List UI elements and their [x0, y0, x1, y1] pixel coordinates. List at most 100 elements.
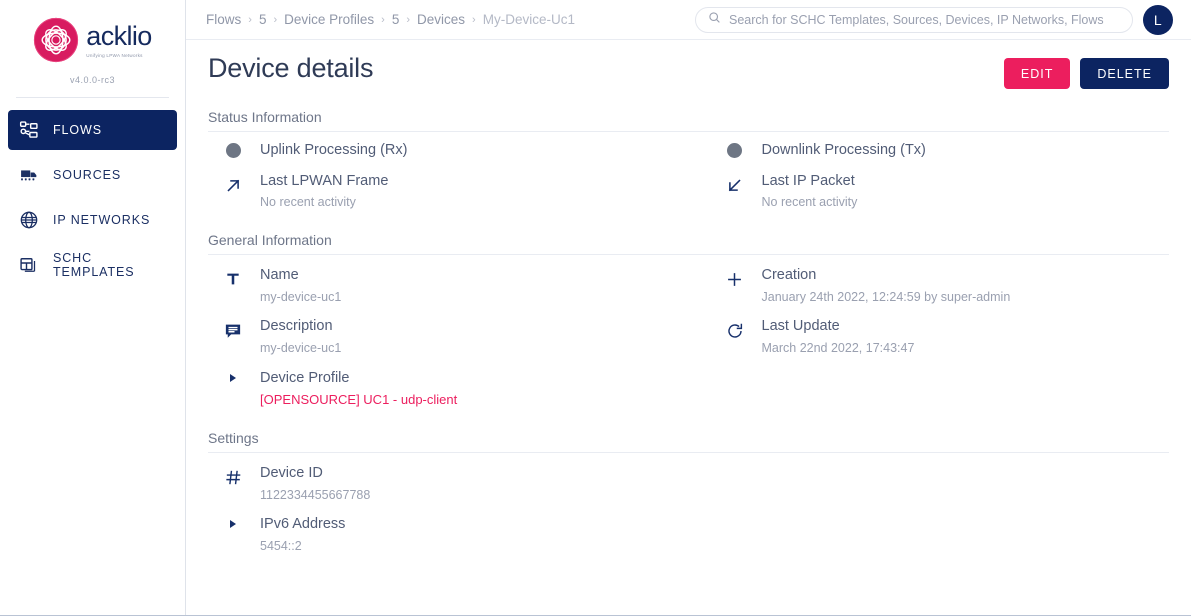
- plus-icon: [724, 266, 746, 288]
- status-section-grid: Uplink Processing (Rx) Last LPWAN Frame …: [208, 132, 1169, 212]
- general-value: January 24th 2022, 12:24:59 by super-adm…: [761, 289, 1011, 304]
- general-label: Device Profile: [260, 369, 350, 386]
- breadcrumb-item-profile-id[interactable]: 5: [392, 12, 400, 27]
- breadcrumb-item-flows[interactable]: Flows: [206, 12, 241, 27]
- breadcrumb-separator: ›: [472, 13, 476, 26]
- sidebar-item-schc-templates[interactable]: SCHC TEMPLATES: [8, 245, 177, 285]
- sidebar-item-label: SOURCES: [53, 168, 122, 182]
- settings-value: 5454::2: [260, 538, 302, 553]
- search-input[interactable]: [729, 12, 1120, 27]
- templates-icon: [18, 254, 40, 276]
- brand-tagline: Unifying LPWA Networks: [86, 52, 143, 58]
- app-root: acklio Unifying LPWA Networks v4.0.0-rc3: [0, 0, 1191, 616]
- status-label: Downlink Processing (Tx): [761, 142, 926, 158]
- general-row-creation: Creation January 24th 2022, 12:24:59 by …: [710, 255, 1170, 306]
- search-box[interactable]: [695, 6, 1133, 33]
- settings-row-body: Device ID 1122334455667788: [260, 464, 370, 503]
- breadcrumb-item-devices[interactable]: Devices: [417, 12, 465, 27]
- general-value: March 22nd 2022, 17:43:47: [761, 341, 915, 355]
- main-area: Flows › 5 › Device Profiles › 5 › Device…: [186, 0, 1191, 615]
- sidebar-item-sources[interactable]: SOURCES: [8, 155, 177, 195]
- search-icon: [708, 11, 721, 29]
- sidebar-item-ip-networks[interactable]: IP NETWORKS: [8, 200, 177, 240]
- flows-icon: [18, 119, 40, 141]
- general-label: Last Update: [761, 318, 840, 335]
- globe-icon: [18, 209, 40, 231]
- sidebar-nav: FLOWS SOURCES IP NETWORKS SCHC TEMPLATES: [0, 110, 185, 285]
- status-label: Last IP Packet: [761, 172, 855, 189]
- general-section-title: General Information: [208, 232, 1169, 255]
- breadcrumb: Flows › 5 › Device Profiles › 5 › Device…: [206, 12, 575, 27]
- sidebar-item-flows[interactable]: FLOWS: [8, 110, 177, 150]
- settings-label: Device ID: [260, 464, 323, 481]
- status-value: No recent activity: [260, 195, 356, 210]
- settings-label: IPv6 Address: [260, 516, 346, 533]
- general-value: my-device-uc1: [260, 289, 342, 304]
- device-profile-link[interactable]: [OPENSOURCE] UC1 - udp-client: [260, 391, 457, 409]
- general-row-last-update: Last Update March 22nd 2022, 17:43:47: [710, 306, 1170, 357]
- brand-block: acklio Unifying LPWA Networks v4.0.0-rc3: [0, 0, 185, 85]
- settings-value: 1122334455667788: [260, 487, 371, 502]
- sources-icon: [18, 164, 40, 186]
- brand-row: acklio Unifying LPWA Networks: [0, 17, 185, 63]
- status-dot-icon: [222, 143, 244, 159]
- settings-section-grid: Device ID 1122334455667788 IPv6 Address …: [208, 453, 1169, 556]
- arrow-up-right-icon: [222, 172, 244, 194]
- status-dot-icon: [724, 143, 746, 159]
- page-header: Device details EDIT DELETE: [208, 53, 1169, 89]
- acklio-logo-icon: [33, 17, 79, 63]
- breadcrumb-separator: ›: [381, 13, 385, 26]
- settings-row-device-id: Device ID 1122334455667788: [208, 453, 668, 504]
- status-section-title: Status Information: [208, 109, 1169, 132]
- page-actions: EDIT DELETE: [1003, 54, 1169, 89]
- page-title: Device details: [208, 53, 374, 83]
- status-row-last-ip-packet: Last IP Packet No recent activity: [710, 161, 1170, 212]
- breadcrumb-separator: ›: [406, 13, 411, 26]
- sidebar: acklio Unifying LPWA Networks v4.0.0-rc3: [0, 0, 186, 615]
- breadcrumb-item-flow-id[interactable]: 5: [259, 12, 267, 27]
- settings-row-body: IPv6 Address 5454::2: [260, 515, 345, 554]
- breadcrumb-separator: ›: [273, 13, 278, 26]
- settings-left-column: Device ID 1122334455667788 IPv6 Address …: [208, 453, 668, 556]
- status-value: No recent activity: [761, 195, 858, 210]
- sidebar-item-label: SCHC TEMPLATES: [53, 251, 135, 279]
- page-content: Device details EDIT DELETE Status Inform…: [186, 40, 1191, 615]
- breadcrumb-item-current: My-Device-Uc1: [482, 12, 575, 27]
- sidebar-divider: [16, 97, 169, 98]
- general-section-grid: Name my-device-uc1 Description my-device…: [208, 255, 1169, 410]
- edit-button[interactable]: EDIT: [1003, 58, 1071, 89]
- general-row-body: Device Profile [OPENSOURCE] UC1 - udp-cl…: [260, 369, 457, 409]
- general-row-body: Creation January 24th 2022, 12:24:59 by …: [762, 266, 1011, 305]
- caret-right-icon: [222, 515, 244, 529]
- avatar[interactable]: L: [1143, 4, 1173, 35]
- topbar-right: L: [695, 4, 1173, 35]
- delete-button[interactable]: DELETE: [1080, 58, 1169, 89]
- general-row-body: Last Update March 22nd 2022, 17:43:47: [762, 317, 915, 356]
- status-row-body: Last IP Packet No recent activity: [762, 172, 858, 211]
- sidebar-item-label: FLOWS: [53, 123, 102, 137]
- breadcrumb-item-device-profiles[interactable]: Device Profiles: [284, 12, 374, 27]
- general-row-description: Description my-device-uc1: [208, 306, 668, 357]
- settings-right-column: [710, 453, 1170, 556]
- status-row-body: Uplink Processing (Rx): [260, 141, 407, 161]
- general-label: Description: [260, 318, 333, 335]
- comment-icon: [222, 317, 244, 340]
- general-label: Name: [260, 267, 299, 283]
- brand-text: acklio Unifying LPWA Networks: [86, 20, 152, 58]
- general-label: Creation: [761, 267, 817, 283]
- status-label: Uplink Processing (Rx): [260, 142, 408, 158]
- general-left-column: Name my-device-uc1 Description my-device…: [208, 255, 668, 410]
- status-row-body: Downlink Processing (Tx): [762, 141, 926, 161]
- general-right-column: Creation January 24th 2022, 12:24:59 by …: [710, 255, 1170, 410]
- status-right-column: Downlink Processing (Tx) Last IP Packet …: [710, 132, 1170, 212]
- app-version: v4.0.0-rc3: [69, 75, 116, 85]
- status-row-last-lpwan-frame: Last LPWAN Frame No recent activity: [208, 161, 668, 212]
- sidebar-item-label: IP NETWORKS: [53, 213, 151, 227]
- topbar: Flows › 5 › Device Profiles › 5 › Device…: [186, 0, 1191, 40]
- status-label: Last LPWAN Frame: [260, 172, 389, 189]
- settings-row-ipv6-address: IPv6 Address 5454::2: [208, 504, 668, 555]
- status-row-uplink: Uplink Processing (Rx): [208, 132, 668, 161]
- general-row-body: Name my-device-uc1: [260, 266, 341, 305]
- brand-name: acklio: [86, 20, 152, 51]
- general-value: my-device-uc1: [260, 341, 342, 355]
